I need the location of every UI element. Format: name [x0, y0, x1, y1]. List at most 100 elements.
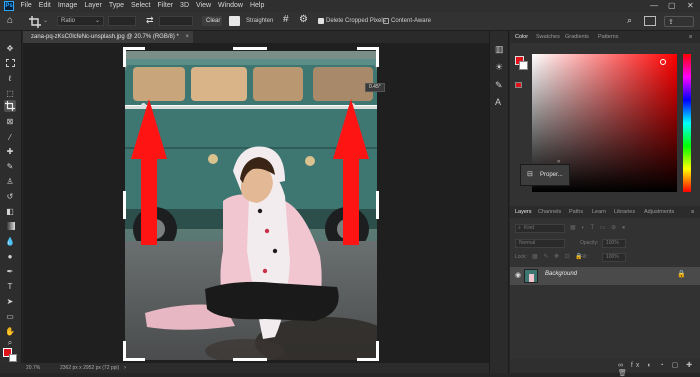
ratio-select[interactable]: Ratio ⌄ — [57, 16, 104, 26]
menu-select[interactable]: Select — [128, 0, 154, 12]
move-tool-icon[interactable]: ✥ — [4, 42, 16, 54]
path-selection-icon[interactable]: ➤ — [4, 295, 16, 307]
workspace-icon[interactable] — [644, 16, 656, 26]
type-tool-icon[interactable]: T — [4, 280, 16, 292]
tab-swatches[interactable]: Swatches — [536, 31, 560, 43]
menu-layer[interactable]: Layer — [81, 0, 106, 12]
tab-patterns[interactable]: Patterns — [598, 31, 618, 43]
straighten-label[interactable]: Straighten — [246, 16, 273, 26]
eraser-icon[interactable]: ◧ — [4, 205, 16, 217]
fill-input[interactable]: 100% — [602, 253, 626, 262]
crop-handle-top-left[interactable] — [123, 47, 145, 50]
brush-tool-icon[interactable]: ✎ — [4, 160, 16, 172]
ratio-height-input[interactable] — [159, 16, 193, 26]
crop-handle-bottom-right-vertical[interactable] — [376, 341, 379, 361]
search-icon[interactable]: ⌕ — [627, 15, 632, 26]
grid-overlay-icon[interactable]: # — [283, 14, 289, 25]
menu-help[interactable]: Help — [246, 0, 267, 12]
background-color-swatch[interactable] — [9, 354, 17, 362]
menu-image[interactable]: Image — [54, 0, 80, 12]
canvas-area[interactable]: 0.45° — [23, 43, 489, 363]
adjustments-panel-icon[interactable]: ☀ — [495, 62, 503, 73]
layer-name[interactable]: Background — [545, 271, 577, 277]
chevron-down-icon[interactable]: ⌄ — [43, 17, 48, 24]
eyedropper-icon[interactable]: ⁄ — [4, 131, 16, 143]
menu-3d[interactable]: 3D — [177, 0, 193, 12]
collapse-icon[interactable]: » — [557, 159, 560, 165]
lock-icon[interactable]: 🔒 — [677, 270, 686, 278]
tab-adjustments[interactable]: Adjustments — [644, 206, 674, 218]
maximize-icon[interactable]: ▢ — [668, 0, 676, 12]
menu-edit[interactable]: Edit — [35, 0, 54, 12]
close-icon[interactable]: ✕ — [687, 0, 694, 12]
tab-libraries[interactable]: Libraries — [614, 206, 635, 218]
crop-handle-top-left-vertical[interactable] — [123, 47, 126, 67]
menu-type[interactable]: Type — [105, 0, 127, 12]
eye-visibility-icon[interactable]: ◉ — [515, 271, 521, 279]
background-color-chip[interactable] — [519, 61, 528, 70]
layer-filter-kind[interactable]: ⌕ Kind — [515, 224, 565, 233]
layer-filter-icons[interactable]: ▦ ◐ T ▭ ⊕ ● — [570, 224, 627, 231]
clone-stamp-icon[interactable]: ♙ — [4, 175, 16, 187]
content-aware-checkbox[interactable] — [383, 18, 389, 24]
minimize-icon[interactable]: — — [650, 0, 658, 12]
rectangle-tool-icon[interactable]: ▭ — [4, 310, 16, 322]
chevron-right-icon[interactable]: › — [124, 363, 126, 373]
character-panel-icon[interactable]: A — [495, 97, 501, 107]
history-panel-icon[interactable]: ▥ — [495, 44, 504, 55]
straighten-icon[interactable] — [229, 16, 240, 26]
panel-menu-icon[interactable]: ≡ — [691, 206, 694, 218]
history-brush-icon[interactable]: ↺ — [4, 190, 16, 202]
tab-learn[interactable]: Learn — [592, 206, 606, 218]
blend-mode-select[interactable]: Normal — [515, 239, 565, 248]
menu-window[interactable]: Window — [215, 0, 247, 12]
tab-layers[interactable]: Layers — [515, 206, 532, 218]
properties-popup[interactable]: » ⊟ Proper... — [520, 159, 570, 186]
layers-footer-icons[interactable]: ∞ fx ◐ ◔ ▢ ✚ 🗑 — [618, 361, 700, 377]
swap-icon[interactable]: ⇄ — [146, 15, 154, 26]
ratio-width-input[interactable] — [108, 16, 136, 26]
crop-handle-right[interactable] — [376, 191, 379, 219]
menu-filter[interactable]: Filter — [154, 0, 177, 12]
menu-file[interactable]: File — [17, 0, 35, 12]
gear-icon[interactable]: ⚙ — [299, 14, 308, 25]
hue-slider[interactable] — [683, 54, 691, 192]
layer-row-background[interactable]: ◉ Background 🔒 — [510, 267, 700, 285]
brush-settings-icon[interactable]: ✎ — [495, 80, 503, 91]
crop-handle-left[interactable] — [123, 191, 126, 219]
rectangular-marquee-icon[interactable] — [4, 57, 16, 69]
crop-handle-bottom-left[interactable] — [123, 358, 145, 361]
tab-paths[interactable]: Paths — [569, 206, 583, 218]
crop-handle-top-right-vertical[interactable] — [376, 47, 379, 67]
clear-button[interactable]: Clear — [202, 16, 222, 26]
pen-tool-icon[interactable]: ✒ — [4, 265, 16, 277]
opacity-input[interactable]: 100% — [602, 239, 626, 248]
tab-color[interactable]: Color — [515, 31, 528, 43]
delete-cropped-label[interactable]: Delete Cropped Pixels — [326, 16, 386, 26]
crop-handle-top[interactable] — [233, 47, 267, 50]
close-tab-icon[interactable]: × — [186, 34, 190, 40]
home-icon[interactable]: ⌂ — [7, 15, 13, 26]
dodge-tool-icon[interactable]: ● — [4, 250, 16, 262]
healing-brush-icon[interactable]: ✚ — [4, 145, 16, 157]
menu-view[interactable]: View — [193, 0, 215, 12]
hand-tool-icon[interactable]: ✋ — [4, 325, 16, 337]
content-aware-label[interactable]: Content-Aware — [391, 16, 431, 26]
crop-handle-bottom[interactable] — [233, 358, 267, 361]
crop-handle-bottom-left-vertical[interactable] — [123, 341, 126, 361]
color-picker-cursor[interactable] — [660, 59, 666, 65]
frame-tool-icon[interactable]: ⊠ — [4, 115, 16, 127]
tab-gradients[interactable]: Gradients — [565, 31, 589, 43]
share-button[interactable]: ⇪ — [664, 16, 694, 27]
tab-channels[interactable]: Channels — [538, 206, 561, 218]
delete-cropped-checkbox[interactable] — [318, 18, 324, 24]
panel-menu-icon[interactable]: ≡ — [689, 31, 692, 43]
lasso-tool-icon[interactable]: ℓ — [4, 72, 16, 84]
zoom-level[interactable]: 20.7% — [26, 363, 40, 373]
warning-color-chip[interactable] — [515, 82, 522, 88]
lock-icons[interactable]: ▦ ✎ ✥ ⊡ 🔒 — [532, 253, 585, 260]
object-selection-icon[interactable]: ⬚ — [4, 87, 16, 99]
document-tab[interactable]: zana-pq-zKsC0lcfeNc-unsplash.jpg @ 20.7%… — [23, 31, 194, 43]
blur-tool-icon[interactable]: 💧 — [4, 235, 16, 247]
crop-tool-icon[interactable] — [4, 100, 16, 112]
